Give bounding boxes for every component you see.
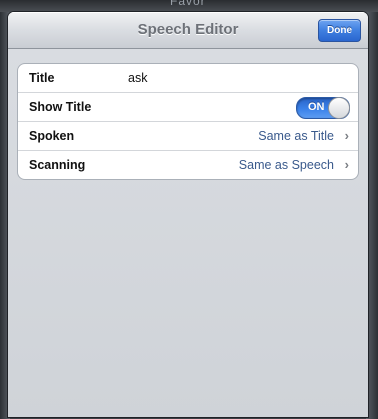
toggle-state-label: ON xyxy=(308,101,325,113)
settings-content: Title Show Title ON Spoken Same as Title… xyxy=(8,49,368,417)
done-button[interactable]: Done xyxy=(318,19,361,42)
chevron-right-icon: › xyxy=(344,128,349,143)
spoken-row[interactable]: Spoken Same as Title › xyxy=(18,121,358,150)
speech-editor-popover: Speech Editor Done Title Show Title ON S… xyxy=(8,12,368,417)
title-label: Title xyxy=(29,71,55,85)
settings-group: Title Show Title ON Spoken Same as Title… xyxy=(17,63,359,180)
scanning-row[interactable]: Scanning Same as Speech › xyxy=(18,150,358,179)
show-title-toggle[interactable]: ON xyxy=(296,97,350,119)
page-title: Speech Editor xyxy=(137,21,239,38)
background-partial-title: Favor xyxy=(170,0,206,8)
show-title-row: Show Title ON xyxy=(18,92,358,121)
scanning-value: Same as Speech xyxy=(238,158,334,172)
spoken-label: Spoken xyxy=(29,129,75,143)
title-input[interactable] xyxy=(126,67,346,88)
toggle-knob xyxy=(328,97,350,119)
spoken-value: Same as Title xyxy=(258,129,334,143)
show-title-label: Show Title xyxy=(29,100,92,114)
scanning-label: Scanning xyxy=(29,158,86,172)
navigation-bar: Speech Editor Done xyxy=(8,12,368,49)
chevron-right-icon: › xyxy=(344,157,349,172)
background-app-strip: Favor xyxy=(0,0,378,12)
title-row[interactable]: Title xyxy=(18,64,358,92)
